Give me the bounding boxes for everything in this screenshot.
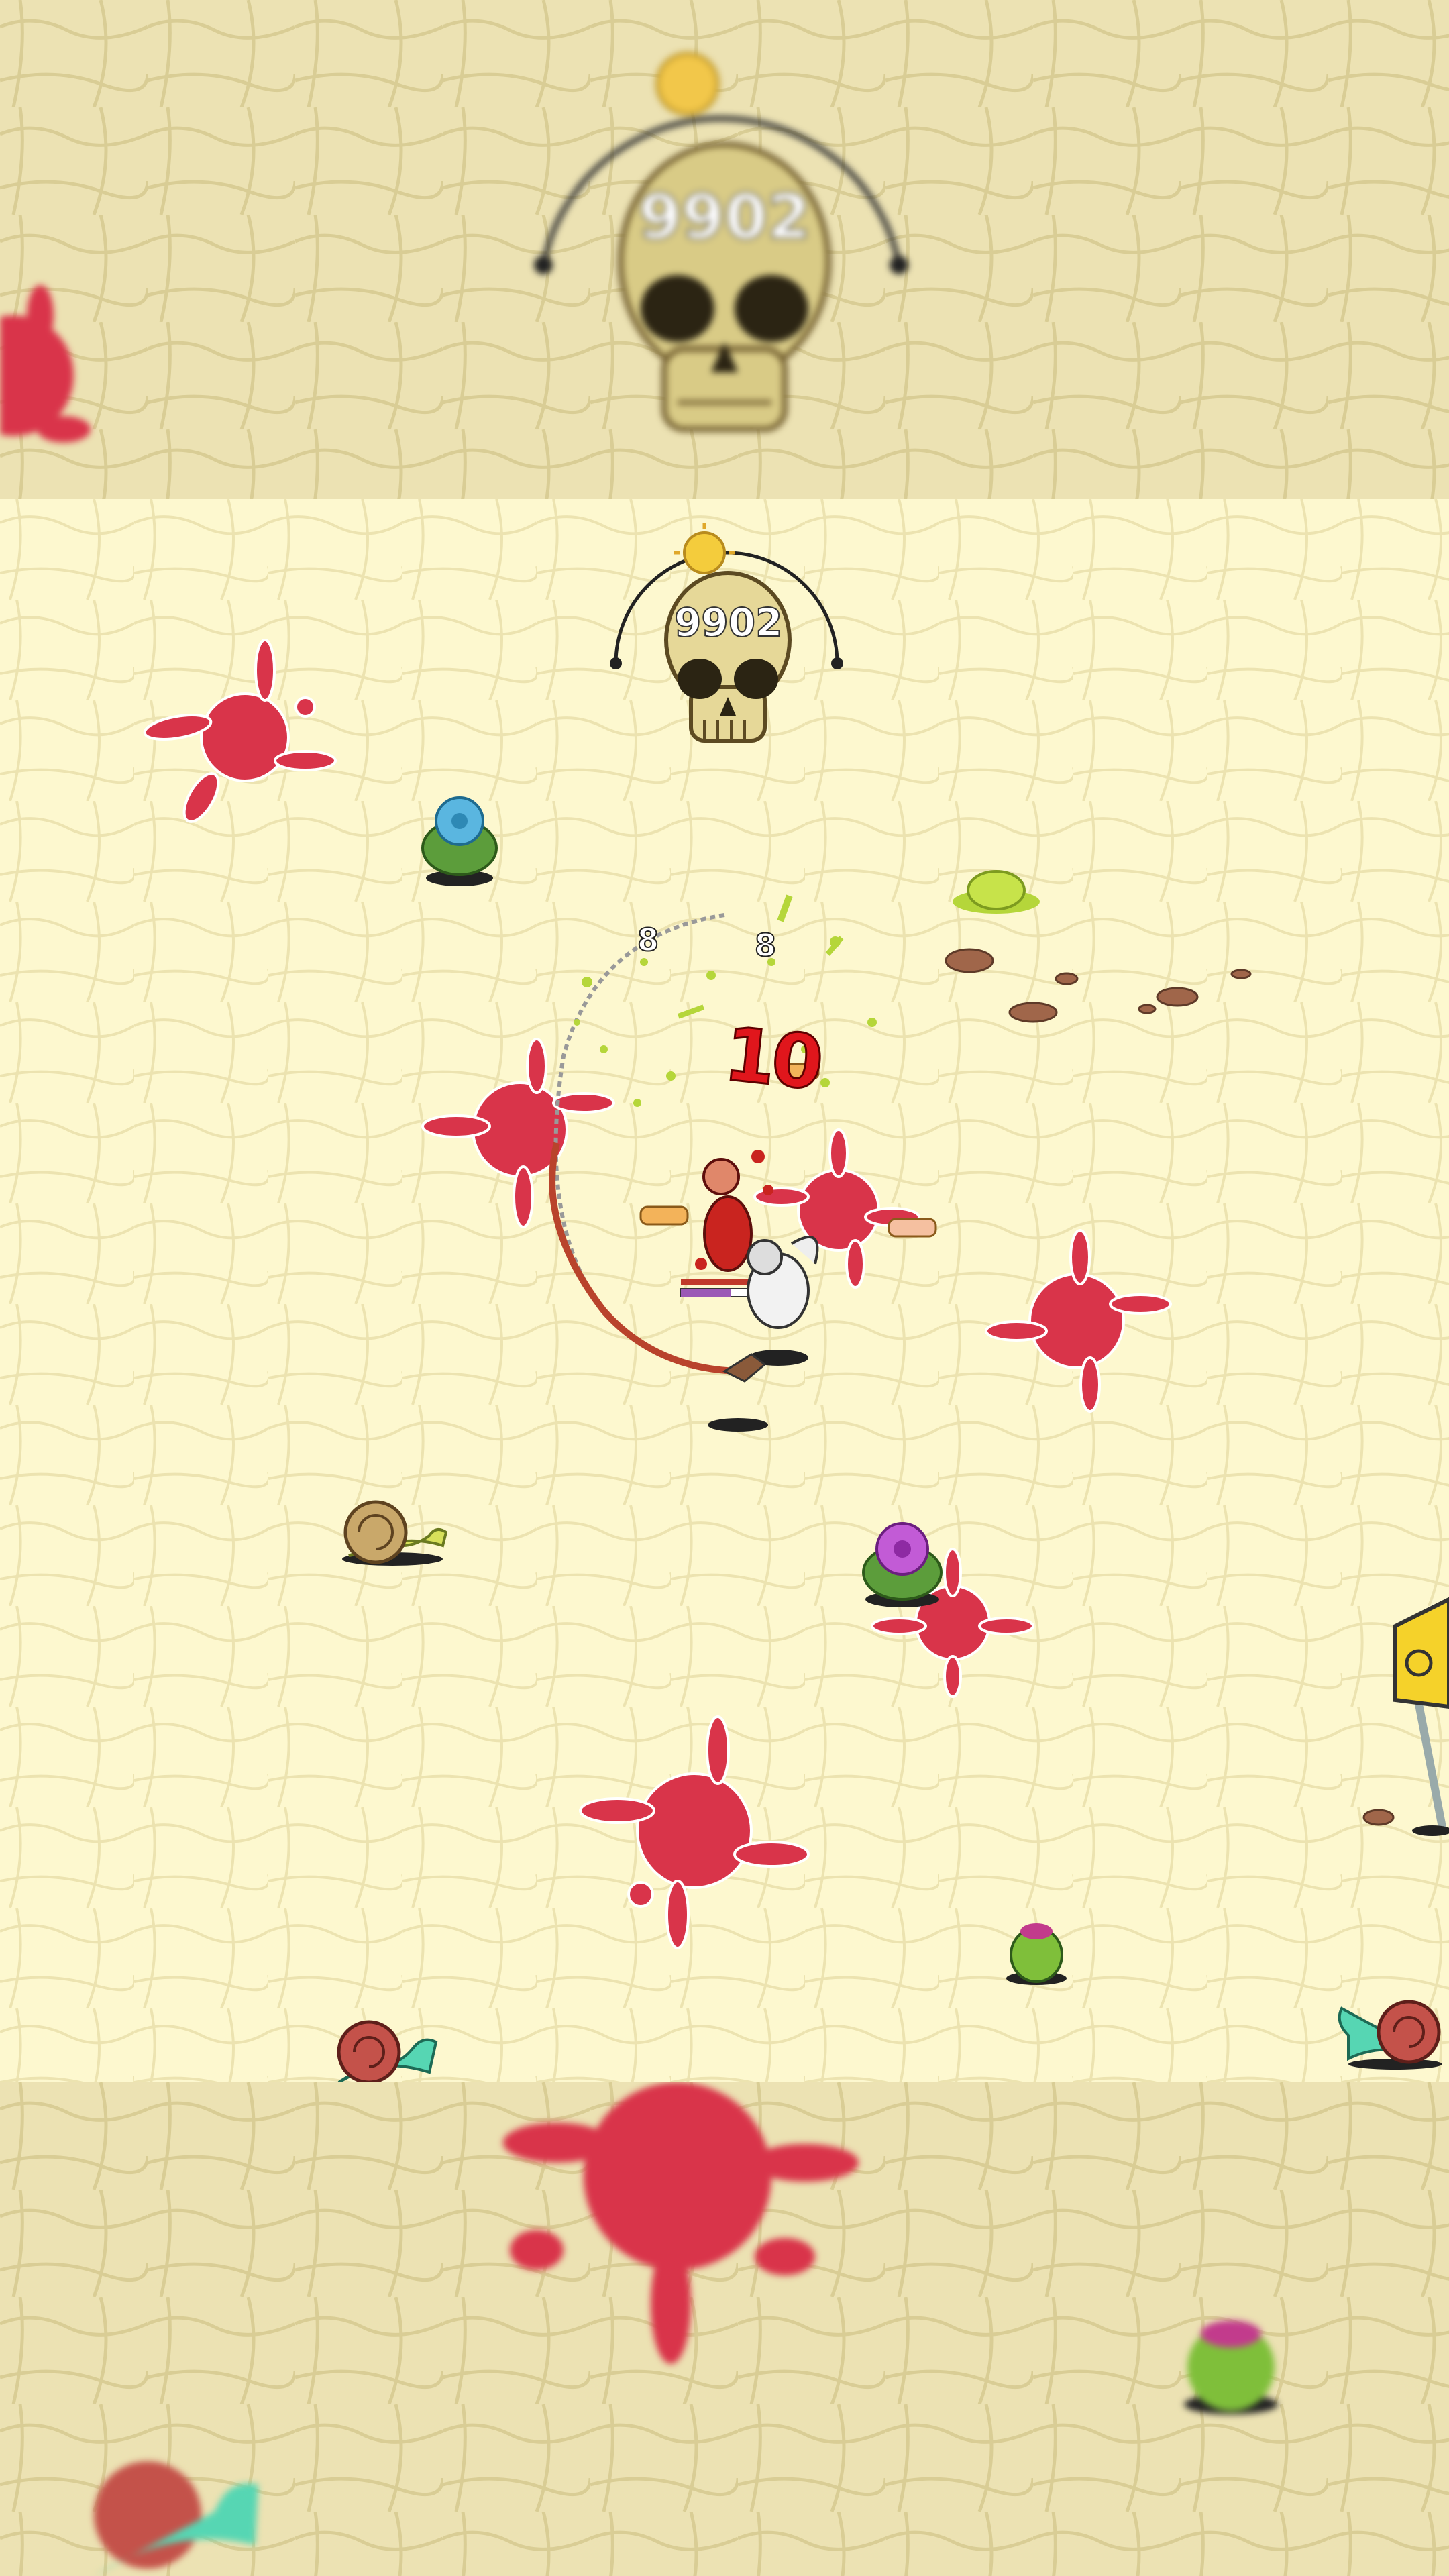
kill-count-blurred: 9902 bbox=[638, 180, 811, 254]
whip-attack bbox=[549, 913, 745, 1375]
blood-splat bbox=[503, 2082, 859, 2364]
blurred-background-top: 9902 bbox=[0, 0, 1449, 499]
cactus bbox=[1184, 2320, 1278, 2414]
blood-splat bbox=[421, 1038, 615, 1228]
rocks bbox=[945, 948, 1395, 1826]
biohazard-sign bbox=[1393, 1597, 1449, 1836]
kill-count: 9902 bbox=[674, 599, 783, 646]
damage-number: 8 bbox=[754, 926, 777, 964]
snail bbox=[342, 1500, 448, 1566]
snail bbox=[1338, 2000, 1442, 2070]
big-damage-number: 10 bbox=[719, 1010, 824, 1107]
blood-splat bbox=[579, 1715, 810, 1949]
blood-splat bbox=[0, 285, 91, 443]
blood-splat bbox=[143, 639, 337, 823]
damage-number: 8 bbox=[637, 921, 659, 959]
skull-icon bbox=[664, 571, 792, 743]
snail bbox=[337, 2020, 438, 2082]
snail bbox=[94, 2461, 258, 2576]
candy-pickup bbox=[888, 1218, 937, 1238]
candy-pickup bbox=[639, 1205, 689, 1226]
blood-splat bbox=[985, 1229, 1172, 1413]
blurred-background-bottom bbox=[0, 2082, 1449, 2576]
blue-flower bbox=[421, 796, 498, 886]
slime bbox=[953, 870, 1040, 914]
pink-flower bbox=[862, 1522, 943, 1607]
game-viewport[interactable]: 9902 8 8 10 bbox=[0, 499, 1449, 2082]
cactus bbox=[1006, 1923, 1067, 1985]
